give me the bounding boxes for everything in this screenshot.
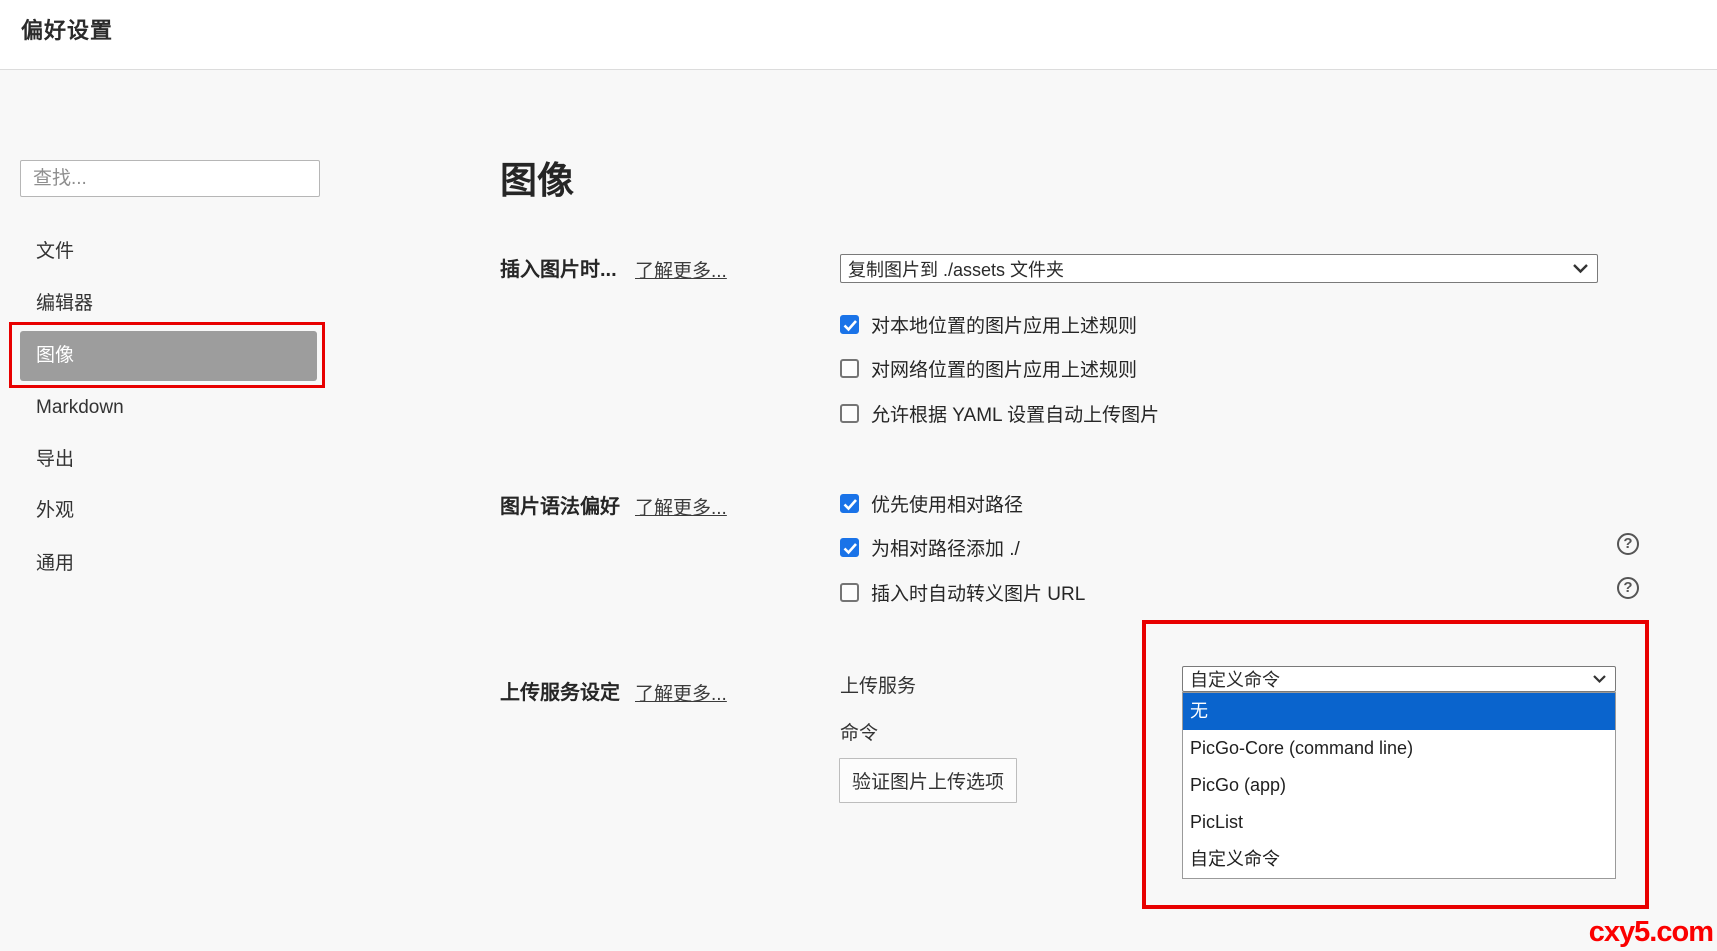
help-icon[interactable]: ? — [1617, 533, 1639, 555]
option-piclist[interactable]: PicList — [1183, 804, 1615, 841]
checkbox-label: 允许根据 YAML 设置自动上传图片 — [871, 400, 1159, 427]
option-none[interactable]: 无 — [1183, 693, 1615, 730]
checkbox-row-relative-path: 优先使用相对路径 — [840, 489, 1023, 517]
checkbox-label: 对本地位置的图片应用上述规则 — [871, 311, 1137, 338]
checkbox-network-rule[interactable] — [840, 359, 859, 378]
chevron-down-icon — [1592, 674, 1607, 684]
upload-service-select-value: 自定义命令 — [1183, 666, 1592, 692]
checkbox-row-network-rule: 对网络位置的图片应用上述规则 — [840, 354, 1137, 382]
insert-section-label: 插入图片时... — [500, 253, 617, 282]
checkbox-row-add-dot-slash: 为相对路径添加 ./ — [840, 533, 1020, 561]
insert-action-select[interactable]: 复制图片到 ./assets 文件夹 — [840, 254, 1598, 283]
validate-upload-button[interactable]: 验证图片上传选项 — [839, 758, 1017, 803]
help-icon[interactable]: ? — [1617, 577, 1639, 599]
watermark: cxy5.com — [1589, 916, 1713, 949]
sidebar-item-appearance[interactable]: 外观 — [20, 486, 317, 536]
chevron-down-icon — [1572, 263, 1589, 274]
upload-service-select[interactable]: 自定义命令 — [1182, 666, 1616, 692]
sidebar-item-editor[interactable]: 编辑器 — [20, 279, 317, 329]
sidebar-item-files[interactable]: 文件 — [20, 227, 317, 277]
checkbox-yaml-upload[interactable] — [840, 404, 859, 423]
checkbox-row-yaml-upload: 允许根据 YAML 设置自动上传图片 — [840, 399, 1159, 427]
checkbox-row-local-rule: 对本地位置的图片应用上述规则 — [840, 310, 1137, 338]
preferences-window: 偏好设置 文件 编辑器 图像 Markdown 导出 外观 通用 图像 插入图片… — [0, 0, 1717, 951]
checkbox-add-dot-slash[interactable] — [840, 538, 859, 557]
upload-service-option-list: 无 PicGo-Core (command line) PicGo (app) … — [1182, 692, 1616, 879]
checkbox-label: 对网络位置的图片应用上述规则 — [871, 355, 1137, 382]
command-label: 命令 — [840, 718, 878, 745]
checkbox-row-escape-url: 插入时自动转义图片 URL — [840, 578, 1085, 606]
checkbox-escape-url[interactable] — [840, 583, 859, 602]
titlebar: 偏好设置 — [0, 0, 1717, 70]
sidebar-item-general[interactable]: 通用 — [20, 539, 317, 589]
checkbox-label: 优先使用相对路径 — [871, 490, 1023, 517]
page-title: 图像 — [500, 150, 574, 204]
option-picgo-core[interactable]: PicGo-Core (command line) — [1183, 730, 1615, 767]
checkbox-relative-path[interactable] — [840, 494, 859, 513]
option-picgo-app[interactable]: PicGo (app) — [1183, 767, 1615, 804]
search-input[interactable] — [20, 160, 320, 197]
checkbox-local-rule[interactable] — [840, 315, 859, 334]
upload-section-label: 上传服务设定 — [500, 676, 620, 705]
checkbox-label: 为相对路径添加 ./ — [871, 534, 1020, 561]
upload-service-label: 上传服务 — [840, 671, 916, 698]
option-custom-command[interactable]: 自定义命令 — [1183, 841, 1615, 878]
insert-action-select-value: 复制图片到 ./assets 文件夹 — [841, 256, 1572, 282]
sidebar-item-export[interactable]: 导出 — [20, 435, 317, 485]
syntax-section-label: 图片语法偏好 — [500, 490, 620, 519]
syntax-learn-more-link[interactable]: 了解更多... — [635, 493, 727, 520]
sidebar-item-image[interactable]: 图像 — [20, 331, 317, 381]
sidebar-item-markdown[interactable]: Markdown — [20, 383, 317, 433]
upload-learn-more-link[interactable]: 了解更多... — [635, 679, 727, 706]
checkbox-label: 插入时自动转义图片 URL — [871, 579, 1085, 606]
window-title: 偏好设置 — [21, 13, 113, 45]
insert-learn-more-link[interactable]: 了解更多... — [635, 256, 727, 283]
